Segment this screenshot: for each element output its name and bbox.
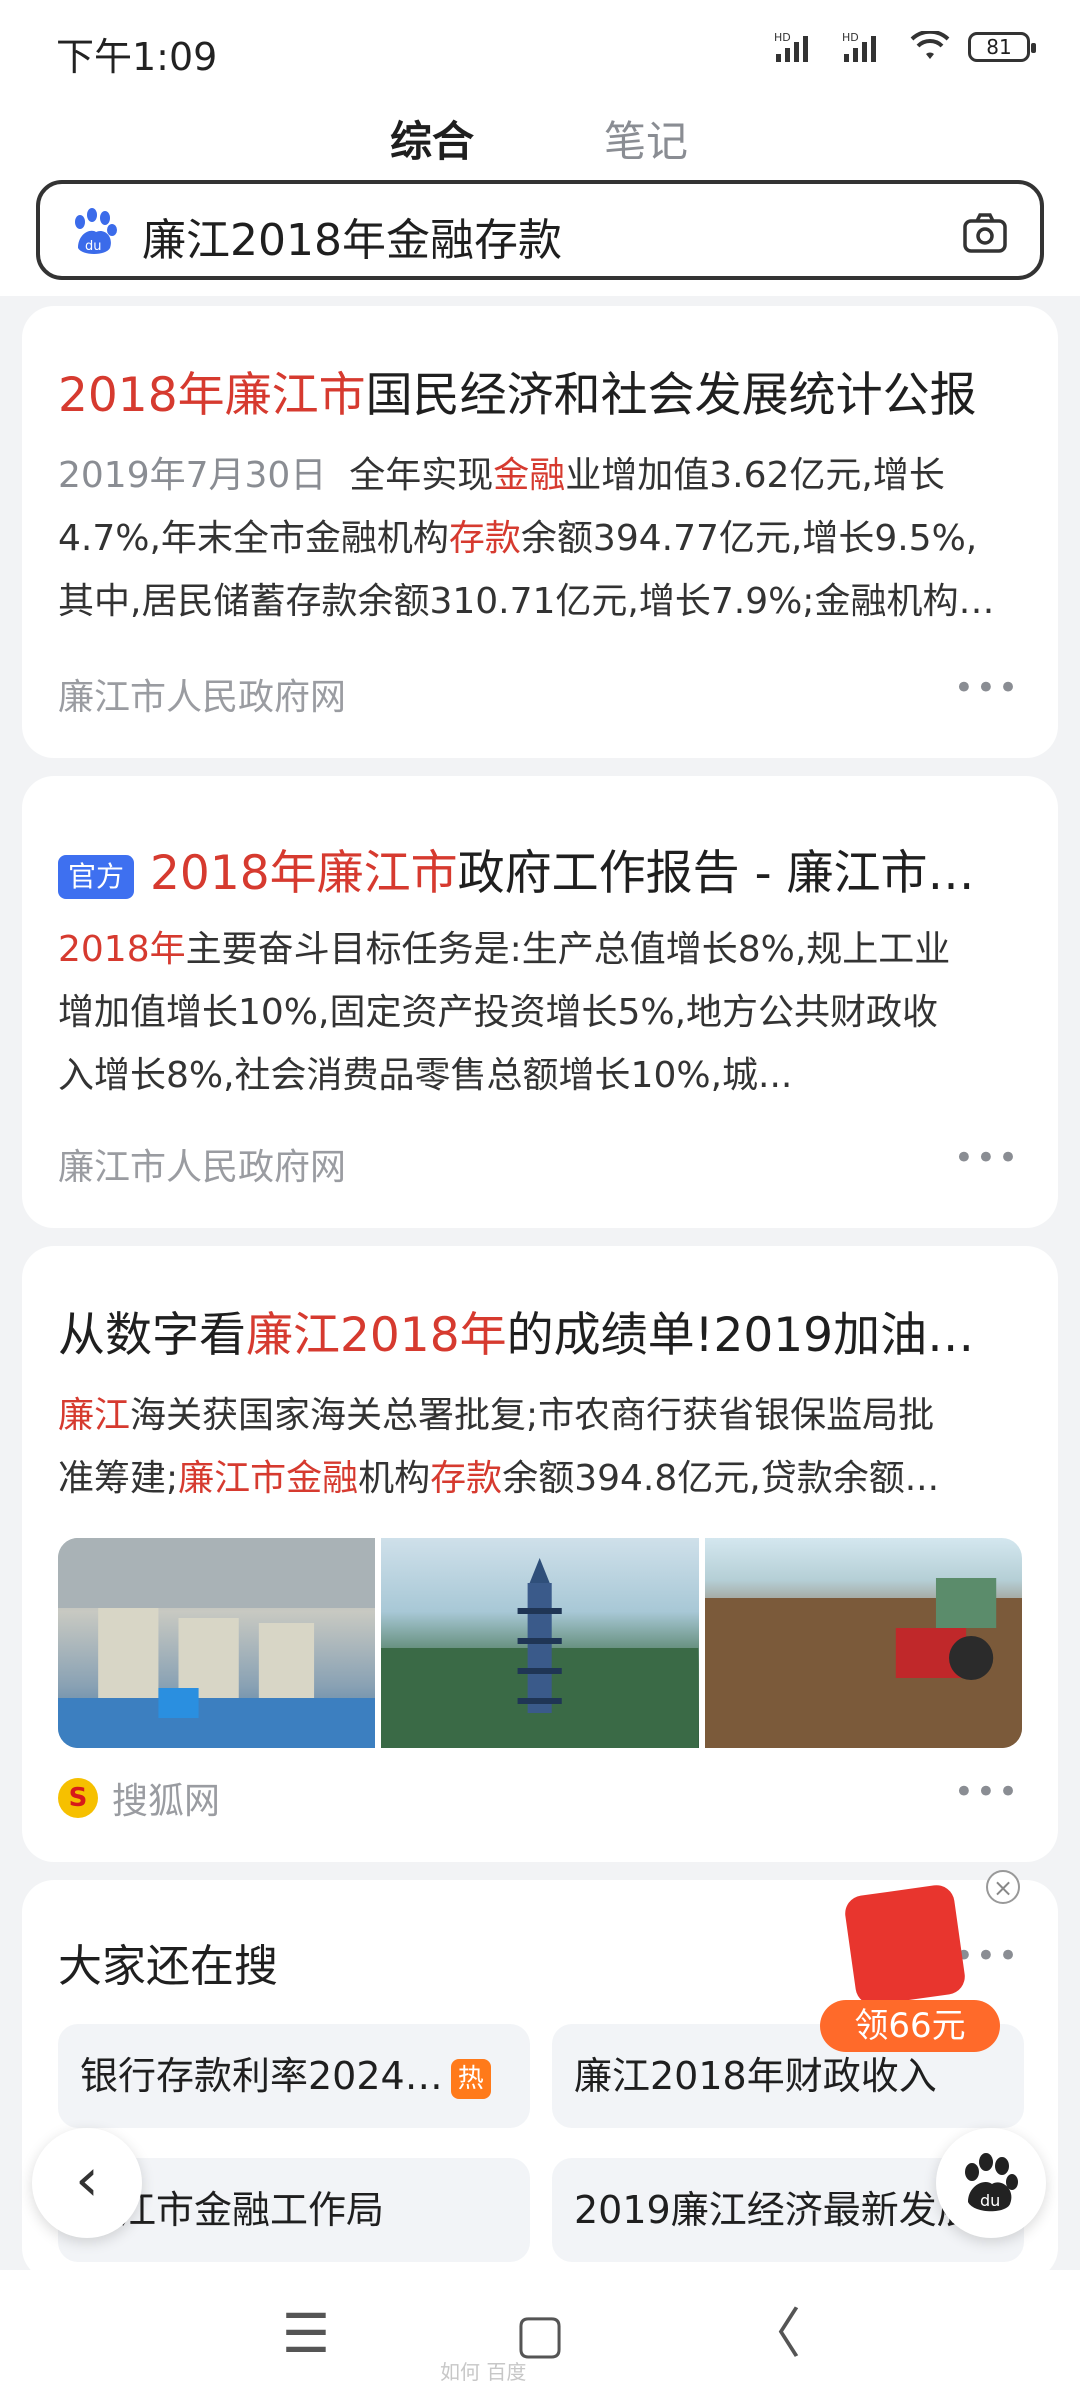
factory-image[interactable]: [58, 1538, 376, 1748]
status-time: 下午1:09: [56, 35, 218, 79]
pagoda-image[interactable]: [381, 1538, 699, 1748]
tab-bar: 综合 笔记: [0, 108, 1080, 168]
watermark: 如何 百度: [440, 2360, 527, 2384]
svg-text:du: du: [980, 2191, 1000, 2210]
result-image-row[interactable]: [58, 1538, 1022, 1748]
more-options-icon[interactable]: •••: [954, 668, 1020, 708]
status-icons: HD HD 81: [774, 30, 1036, 64]
search-query: 廉江2018年金融存款: [142, 215, 562, 266]
snippet-text: 其中,居民储蓄存款余额310.71亿元,增长7.9%;金融机构…: [58, 581, 995, 622]
camera-icon[interactable]: [960, 208, 1010, 258]
search-input[interactable]: du 廉江2018年金融存款: [36, 180, 1044, 280]
result-source[interactable]: S 搜狐网: [58, 1772, 220, 1824]
snippet-text: 准筹建;: [58, 1458, 179, 1499]
snippet-text: 余额394.8亿元,贷款余额...: [502, 1458, 940, 1499]
tab-notes[interactable]: 笔记: [604, 108, 688, 169]
related-searches-title: 大家还在搜: [58, 1941, 278, 1992]
snippet-highlight: 存款: [430, 1458, 503, 1499]
result-card[interactable]: 2018年廉江市国民经济和社会发展统计公报 2019年7月30日 全年实现金融业…: [22, 306, 1058, 758]
cellular-signal-2-icon: HD: [842, 31, 876, 62]
result-date: 2019年7月30日: [58, 455, 327, 496]
title-highlight: 2018年廉江市: [58, 368, 366, 423]
snippet-text: 海关获国家海关总署批复;市农商行获省银保监局批: [130, 1395, 935, 1436]
related-search-item[interactable]: 银行存款利率2024… 热: [58, 2024, 530, 2128]
title-highlight: 廉江2018年: [246, 1308, 507, 1363]
promo-label[interactable]: 领66元: [820, 2000, 1000, 2052]
related-search-label: 银行存款利率2024…: [80, 2054, 443, 2098]
red-packet-promo[interactable]: 领66元 ×: [820, 1870, 1020, 2070]
baidu-paw-icon: du: [75, 208, 117, 254]
back-button[interactable]: ‹: [32, 2128, 142, 2238]
official-badge: 官方: [58, 854, 135, 899]
battery-level: 81: [986, 35, 1012, 59]
title-highlight: 2018年廉江市: [150, 846, 458, 901]
red-packet-icon: [842, 1882, 968, 2008]
battery-icon: 81: [968, 32, 1036, 62]
snippet-text: 业增加值3.62亿元,增长: [565, 455, 945, 496]
chevron-left-icon: ‹: [75, 2145, 99, 2215]
snippet-text: 4.7%,年末全市金融机构: [58, 518, 449, 559]
snippet-text: 主要奋斗目标任务是:生产总值增长8%,规上工业: [185, 929, 951, 970]
snippet-highlight: 金融: [493, 455, 566, 496]
baidu-assistant-button[interactable]: du: [936, 2128, 1046, 2238]
svg-text:HD: HD: [842, 31, 859, 44]
snippet-text: 机构: [358, 1458, 431, 1499]
search-header: 综合 笔记 du 廉江2018年金融存款: [0, 96, 1080, 296]
snippet-highlight: 存款: [448, 518, 521, 559]
menu-icon[interactable]: ☰: [276, 2304, 336, 2364]
tab-comprehensive[interactable]: 综合: [390, 108, 474, 169]
source-name: 廉江市人民政府网: [58, 677, 347, 718]
result-snippet: 2018年主要奋斗目标任务是:生产总值增长8%,规上工业 增加值增长10%,固定…: [58, 918, 1038, 1107]
sohu-logo-icon: S: [58, 1778, 98, 1818]
source-name: 廉江市人民政府网: [58, 1147, 347, 1188]
related-search-label: 2019廉江经济最新发展: [574, 2188, 975, 2232]
snippet-text: 全年实现: [349, 455, 494, 496]
snippet-highlight: 廉江市金融: [178, 1458, 359, 1499]
result-title[interactable]: 官方 2018年廉江市政府工作报告 - 廉江市…: [58, 834, 1038, 903]
status-bar: 下午1:09 HD HD 81: [0, 0, 1080, 96]
result-snippet: 2019年7月30日 全年实现金融业增加值3.62亿元,增长 4.7%,年末全市…: [58, 444, 1038, 633]
source-name: 搜狐网: [112, 1781, 221, 1822]
hot-badge: 热: [450, 2058, 491, 2099]
result-card[interactable]: 从数字看廉江2018年的成绩单!2019加油… 廉江海关获国家海关总署批复;市农…: [22, 1246, 1058, 1862]
snippet-text: 入增长8%,社会消费品零售总额增长10%,城...: [58, 1055, 793, 1096]
result-snippet: 廉江海关获国家海关总署批复;市农商行获省银保监局批 准筹建;廉江市金融机构存款余…: [58, 1384, 1038, 1510]
cellular-signal-icon: HD: [774, 31, 808, 62]
result-card[interactable]: 官方 2018年廉江市政府工作报告 - 廉江市… 2018年主要奋斗目标任务是:生…: [22, 776, 1058, 1228]
title-text: 的成绩单!2019加油…: [506, 1308, 975, 1363]
title-text: 国民经济和社会发展统计公报: [365, 368, 977, 423]
title-text: 政府工作报告 - 廉江市…: [457, 846, 975, 901]
svg-text:du: du: [85, 239, 102, 254]
home-icon[interactable]: ▢: [510, 2304, 570, 2364]
result-source[interactable]: 廉江市人民政府网: [58, 1138, 346, 1190]
system-nav-bar: ☰ ▢ 〈: [0, 2270, 1080, 2400]
more-options-icon[interactable]: •••: [954, 1138, 1020, 1178]
baidu-paw-icon: du: [965, 2153, 1018, 2212]
back-icon[interactable]: 〈: [744, 2304, 804, 2364]
result-title[interactable]: 从数字看廉江2018年的成绩单!2019加油…: [58, 1296, 1038, 1365]
result-title[interactable]: 2018年廉江市国民经济和社会发展统计公报: [58, 356, 977, 425]
snippet-text: 余额394.77亿元,增长9.5%,: [520, 518, 978, 559]
snippet-text: 增加值增长10%,固定资产投资增长5%,地方公共财政收: [58, 992, 939, 1033]
snippet-highlight: 廉江: [58, 1395, 131, 1436]
wifi-icon: [910, 31, 950, 59]
title-text: 从数字看: [58, 1308, 246, 1363]
svg-text:HD: HD: [774, 31, 791, 44]
snippet-highlight: 2018年: [58, 929, 186, 970]
close-icon[interactable]: ×: [986, 1870, 1020, 1904]
result-source[interactable]: 廉江市人民政府网: [58, 668, 346, 720]
farm-field-image[interactable]: [704, 1538, 1022, 1748]
more-options-icon[interactable]: •••: [954, 1772, 1020, 1812]
